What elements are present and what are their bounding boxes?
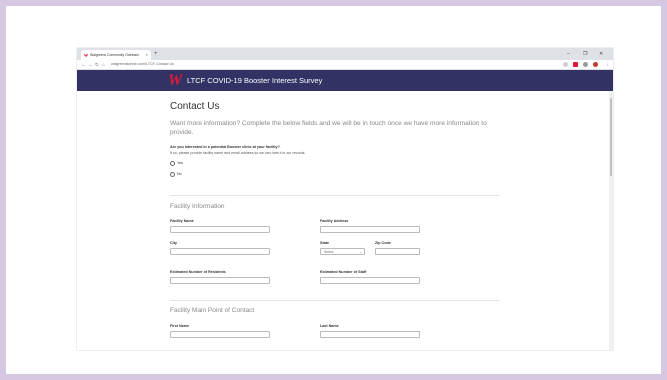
window-close-button[interactable]: ✕ — [599, 48, 603, 60]
intro-text: Want more information? Complete the belo… — [170, 120, 487, 136]
state-select[interactable]: Select ⌄ — [320, 248, 365, 255]
last-name-input[interactable] — [320, 331, 420, 338]
residents-label: Estimated Number of Residents — [170, 270, 226, 274]
scrollbar-thumb[interactable] — [610, 98, 612, 176]
app-title: LTCF COVID-19 Booster Interest Survey — [187, 76, 323, 85]
tab-title: Walgreens Community Outreach — [90, 53, 140, 57]
walgreens-favicon-icon — [84, 53, 88, 57]
divider — [170, 300, 500, 301]
app-header: W LTCF COVID-19 Booster Interest Survey — [77, 70, 613, 91]
address-bar[interactable]: walgreenstorech.com/LTCF-Contact Us — [111, 61, 174, 68]
staff-label: Estimated Number of Staff — [320, 270, 367, 274]
profile-avatar-icon[interactable] — [593, 62, 598, 67]
booster-hint: If so, please provide facility name and … — [170, 151, 306, 155]
city-label: City — [170, 241, 177, 245]
contact-section-title: Facility Main Point of Contact — [170, 307, 255, 314]
walgreens-logo: W — [168, 72, 183, 89]
browser-toolbar: ← → ↻ ⌂ walgreenstorech.com/LTCF-Contact… — [77, 60, 613, 70]
last-name-label: Last Name — [320, 324, 339, 328]
facility-section-title: Facility Information — [170, 203, 225, 210]
new-tab-button[interactable]: + — [154, 49, 158, 59]
booster-question: Are you interested in a potential Booste… — [170, 145, 280, 149]
page-content: Contact Us Want more information? Comple… — [77, 91, 613, 350]
radio-no-label: No — [177, 172, 182, 176]
tab-close-icon[interactable]: × — [146, 50, 148, 60]
facility-address-label: Facility Address — [320, 219, 349, 223]
zip-label: Zip Code — [375, 241, 391, 245]
chevron-down-icon: ⌄ — [359, 250, 362, 254]
star-icon[interactable] — [563, 62, 568, 67]
home-icon[interactable]: ⌂ — [102, 60, 105, 69]
browser-tab[interactable]: Walgreens Community Outreach × — [81, 50, 151, 60]
extensions-puzzle-icon[interactable] — [583, 62, 588, 67]
state-label: State — [320, 241, 330, 245]
first-name-input[interactable] — [170, 331, 270, 338]
city-input[interactable] — [170, 248, 270, 255]
radio-no[interactable] — [170, 172, 175, 177]
state-select-value: Select — [324, 250, 334, 254]
forward-icon[interactable]: → — [88, 60, 93, 69]
radio-yes[interactable] — [170, 161, 175, 166]
facility-address-input[interactable] — [320, 226, 420, 233]
minimize-button[interactable]: – — [567, 48, 570, 60]
maximize-button[interactable]: ❐ — [583, 48, 587, 60]
menu-dots-icon[interactable]: ⋮ — [605, 60, 610, 69]
radio-yes-label: Yes — [177, 161, 183, 165]
page-title: Contact Us — [170, 101, 220, 112]
residents-input[interactable] — [170, 277, 270, 284]
facility-name-input[interactable] — [170, 226, 270, 233]
zip-input[interactable] — [375, 248, 420, 255]
facility-name-label: Facility Name — [170, 219, 194, 223]
staff-input[interactable] — [320, 277, 420, 284]
slide-canvas: Walgreens Community Outreach × + – ❐ ✕ ←… — [6, 6, 661, 374]
back-icon[interactable]: ← — [81, 60, 86, 69]
divider — [170, 195, 500, 196]
reload-icon[interactable]: ↻ — [95, 60, 99, 69]
first-name-label: First Name — [170, 324, 190, 328]
extension-icon[interactable] — [573, 62, 578, 67]
browser-window: Walgreens Community Outreach × + – ❐ ✕ ←… — [77, 48, 613, 350]
tab-bar: Walgreens Community Outreach × + – ❐ ✕ — [77, 48, 613, 60]
